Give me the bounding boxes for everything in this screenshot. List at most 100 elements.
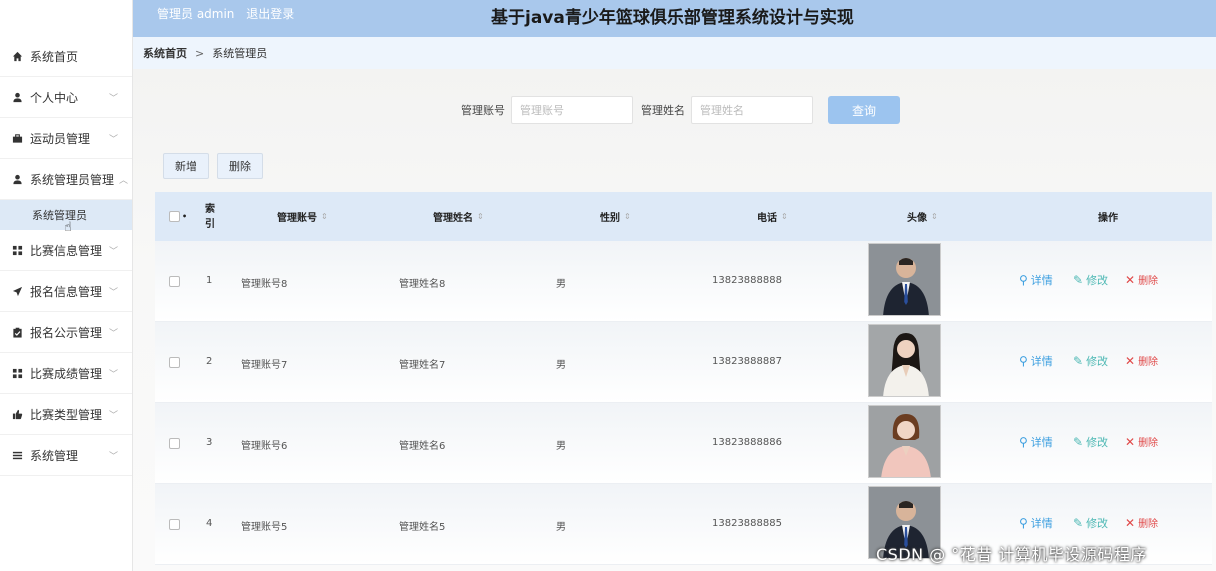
table-header: • 索引 管理账号 ⇕ 管理姓名 ⇕ 性别 ⇕ 电话 ⇕ 头像 ⇕ 操作 [155,192,1212,241]
detail-button[interactable]: ⚲ 详情 [1019,353,1053,369]
row-checkbox[interactable] [169,357,180,368]
delete-row-button[interactable]: ✕ 删除 [1125,272,1159,288]
sidebar-subitem-admin[interactable]: 系统管理员 ☝ [0,200,132,235]
chevron-down-icon: ﹀ [108,328,118,339]
row-name: 管理姓名7 [399,360,446,371]
row-checkbox[interactable] [169,438,180,449]
header-name[interactable]: 管理姓名 ⇕ [433,209,484,224]
sidebar-item-home[interactable]: 系统首页 [0,36,132,77]
sidebar-item-match-types[interactable]: 比赛类型管理 ﹀ [0,394,132,435]
account-search-input[interactable]: 管理账号 [511,96,633,124]
add-button[interactable]: 新增 [163,153,209,179]
sidebar-item-registration-public[interactable]: 报名公示管理 ﹀ [0,312,132,353]
row-index: 3 [206,437,213,448]
sort-icon: ⇕ [477,212,484,221]
sidebar-item-match-info[interactable]: 比赛信息管理 ﹀ [0,230,132,271]
breadcrumb-home[interactable]: 系统首页 [143,45,187,61]
header-user-area: 管理员 admin 退出登录 [157,5,302,22]
detail-button[interactable]: ⚲ 详情 [1019,434,1053,450]
pencil-icon: ✎ [1073,516,1084,530]
breadcrumb-current: 系统管理员 [212,47,268,60]
page-title: 基于java青少年篮球俱乐部管理系统设计与实现 [491,8,854,28]
header-avatar[interactable]: 头像 ⇕ [907,209,938,224]
delete-label: 删除 [1138,438,1159,449]
pencil-icon: ✎ [1073,435,1084,449]
sidebar-item-registration-info[interactable]: 报名信息管理 ﹀ [0,271,132,312]
sidebar-item-athletes[interactable]: 运动员管理 ﹀ [0,118,132,159]
search-icon: ⚲ [1019,354,1028,368]
sort-icon: ⇕ [931,212,938,221]
detail-button[interactable]: ⚲ 详情 [1019,515,1053,531]
header-account-label: 管理账号 [277,213,317,224]
search-icon: ⚲ [1019,273,1028,287]
sidebar-item-match-results[interactable]: 比赛成绩管理 ﹀ [0,353,132,394]
sort-icon: ⇕ [781,212,788,221]
sidebar: 系统首页 个人中心 ﹀ 运动员管理 ﹀ 系统管理员管理 ︿ 系统管理员 ☝ 比赛… [0,0,133,571]
sidebar-item-label: 比赛信息管理 [30,243,103,258]
edit-label: 修改 [1086,274,1109,287]
close-icon: ✕ [1125,515,1136,530]
main-content: 管理账号 管理账号 管理姓名 管理姓名 查询 新增 删除 • 索引 管理账号 ⇕ … [133,69,1216,571]
sort-icon: ⇕ [624,212,631,221]
detail-label: 详情 [1030,355,1053,368]
row-account: 管理账号6 [241,441,288,452]
edit-button[interactable]: ✎ 修改 [1073,272,1108,288]
close-icon: ✕ [1125,353,1136,368]
search-bar: 管理账号 管理账号 管理姓名 管理姓名 查询 [461,96,900,124]
delete-row-button[interactable]: ✕ 删除 [1125,515,1158,531]
row-phone: 13823888887 [712,356,782,367]
sidebar-item-admin-management[interactable]: 系统管理员管理 ︿ [0,159,132,200]
delete-label: 删除 [1138,276,1159,287]
detail-button[interactable]: ⚲ 详情 [1019,272,1053,288]
detail-label: 详情 [1030,274,1053,287]
close-icon: ✕ [1125,434,1136,449]
edit-button[interactable]: ✎ 修改 [1073,434,1108,450]
edit-button[interactable]: ✎ 修改 [1073,353,1108,369]
delete-row-button[interactable]: ✕ 删除 [1125,434,1159,450]
sidebar-item-system[interactable]: 系统管理 ﹀ [0,435,132,476]
sidebar-item-label: 系统管理员管理 [30,172,115,187]
header-name-label: 管理姓名 [433,213,473,224]
sidebar-item-label: 个人中心 [30,90,79,105]
delete-row-button[interactable]: ✕ 删除 [1125,353,1159,369]
edit-button[interactable]: ✎ 修改 [1073,515,1108,531]
delete-button[interactable]: 删除 [217,153,263,179]
row-checkbox[interactable] [169,276,180,287]
select-all-checkbox[interactable]: • [169,211,187,222]
search-icon: ⚲ [1019,435,1028,449]
delete-label: 删除 [1138,357,1159,368]
sidebar-item-label: 运动员管理 [30,131,91,146]
edit-label: 修改 [1086,436,1109,449]
header-avatar-label: 头像 [907,213,927,224]
sidebar-item-label: 报名公示管理 [30,325,103,340]
row-name: 管理姓名8 [399,279,446,290]
briefcase-icon [10,131,24,145]
list-icon [10,448,24,462]
header-phone[interactable]: 电话 ⇕ [757,209,788,224]
search-icon: ⚲ [1019,516,1028,530]
logout-link[interactable]: 退出登录 [246,7,294,21]
name-search-input[interactable]: 管理姓名 [691,96,813,124]
row-index: 2 [206,356,213,367]
sidebar-item-personal-center[interactable]: 个人中心 ﹀ [0,77,132,118]
header-account[interactable]: 管理账号 ⇕ [277,209,328,224]
search-button[interactable]: 查询 [828,96,900,124]
user-icon [10,90,24,104]
table-row: 1 管理账号8 管理姓名8 男 13823888888 ⚲ 详情 ✎ 修改 ✕ 删除 [155,241,1212,322]
close-icon: ✕ [1125,272,1136,287]
action-bar: 新增 删除 [163,153,271,179]
row-account: 管理账号7 [241,360,288,371]
top-header: 管理员 admin 退出登录 基于java青少年篮球俱乐部管理系统设计与实现 [133,0,1216,37]
avatar [868,243,941,316]
chevron-down-icon: ﹀ [108,451,118,462]
row-checkbox[interactable] [169,519,180,530]
name-search-label: 管理姓名 [641,104,685,117]
chevron-down-icon: ﹀ [108,369,118,380]
row-gender: 男 [556,360,566,371]
user-icon [10,172,24,186]
row-gender: 男 [556,279,566,290]
pencil-icon: ✎ [1073,354,1084,368]
row-gender: 男 [556,522,566,533]
header-gender[interactable]: 性别 ⇕ [600,209,631,224]
chevron-down-icon: ﹀ [108,134,118,145]
